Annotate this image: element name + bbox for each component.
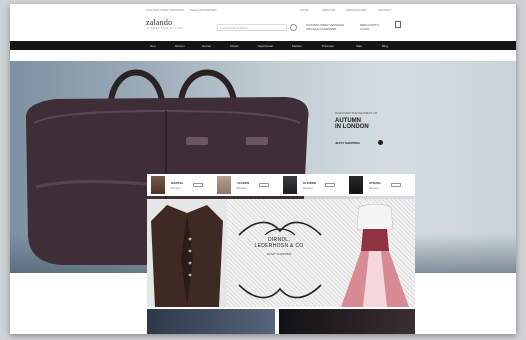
strip-sub: Damen [237, 186, 247, 190]
strip-label: MÄNTEL [171, 181, 184, 185]
main-nav: Neu Damen Herren Kinder Sportswear Marke… [10, 41, 516, 50]
browser-frame: KOSTENLOSER VERSAND ZAHLUNGSARTEN HILFE … [10, 4, 516, 334]
shopping-bag-icon[interactable] [395, 21, 401, 28]
util-link-contact[interactable]: KONTAKT [378, 8, 392, 12]
dirndl-banner[interactable]: DIRNDL, LEDERHOSN & CO JETZT SHOPPEN [147, 199, 415, 307]
util-link-service[interactable]: SERVICE [322, 8, 335, 12]
nav-item-blog[interactable]: Blog [382, 44, 388, 48]
strip-button[interactable] [391, 183, 401, 187]
util-link-shipping[interactable]: KOSTENLOSER VERSAND [146, 8, 184, 12]
account-link[interactable]: MEIN KONTO LOGIN [360, 23, 379, 31]
strip-sub: Damen [303, 186, 313, 190]
boots-thumbnail [349, 176, 363, 194]
strip-sub: Damen [369, 186, 379, 190]
strip-item[interactable]: STIEFEL Damen [347, 176, 411, 194]
shipping-promo: KOSTENLOSER VERSAND UND RÜCKVERSAND [306, 23, 344, 31]
util-link-payment[interactable]: ZAHLUNGSARTEN [190, 8, 216, 12]
strip-button[interactable] [193, 183, 203, 187]
util-link-newsletter[interactable]: NEWSLETTER [346, 8, 367, 12]
promo-line-2: UND RÜCKVERSAND [306, 27, 337, 31]
hero-cta-button[interactable]: JETZT SHOPPEN [335, 141, 360, 145]
strip-sub: Damen [171, 186, 181, 190]
dress-thumbnail [283, 176, 297, 194]
strip-label: JACKEN [237, 181, 250, 185]
hero-title: AUTUMN IN LONDON [335, 118, 369, 130]
dirndl-image [341, 203, 409, 307]
nav-item-premium[interactable]: Premium [322, 44, 334, 48]
nav-item-damen[interactable]: Damen [175, 44, 185, 48]
account-line-2: LOGIN [360, 27, 370, 31]
nav-item-herren[interactable]: Herren [202, 44, 211, 48]
nav-item-sale[interactable]: Sale [356, 44, 362, 48]
jacket-thumbnail [217, 176, 231, 194]
strip-label: KLEIDER [303, 181, 317, 185]
category-strip: MÄNTEL Damen JACKEN Damen KLEIDER Damen … [147, 174, 415, 196]
nav-item-neu[interactable]: Neu [150, 44, 156, 48]
banner-title: DIRNDL, LEDERHOSN & CO [254, 237, 304, 249]
strip-item[interactable]: JACKEN Damen [215, 176, 279, 194]
strip-button[interactable] [259, 183, 269, 187]
strip-item[interactable]: MÄNTEL Damen [149, 176, 213, 194]
ornament-bottom-icon [238, 284, 322, 299]
tile-image-left[interactable] [147, 309, 275, 334]
nav-item-marken[interactable]: Marken [292, 44, 302, 48]
search-input[interactable]: Suchbegriff eingeben [217, 24, 287, 31]
coat-thumbnail [151, 176, 165, 194]
site-logo[interactable]: zalando SCHREI VOR GLÜCK [146, 18, 183, 30]
logo-tagline: SCHREI VOR GLÜCK [146, 26, 183, 30]
strip-item[interactable]: KLEIDER Damen [281, 176, 345, 194]
strip-button[interactable] [325, 183, 335, 187]
jacket-image [147, 199, 227, 307]
nav-item-sportswear[interactable]: Sportswear [258, 44, 273, 48]
hero-eyebrow: DISCOVER THE SECRETS OF [335, 111, 378, 115]
nav-item-kinder[interactable]: Kinder [230, 44, 239, 48]
arrow-right-icon[interactable] [378, 140, 383, 145]
tile-image-right[interactable] [279, 309, 415, 334]
banner-cta-button[interactable]: JETZT SHOPPEN [235, 252, 323, 256]
strip-label: STIEFEL [369, 181, 382, 185]
search-icon[interactable] [290, 24, 297, 31]
util-link-help[interactable]: HILFE [300, 8, 309, 12]
banner-text-block: DIRNDL, LEDERHOSN & CO JETZT SHOPPEN [235, 229, 323, 277]
lower-tiles [147, 309, 415, 334]
